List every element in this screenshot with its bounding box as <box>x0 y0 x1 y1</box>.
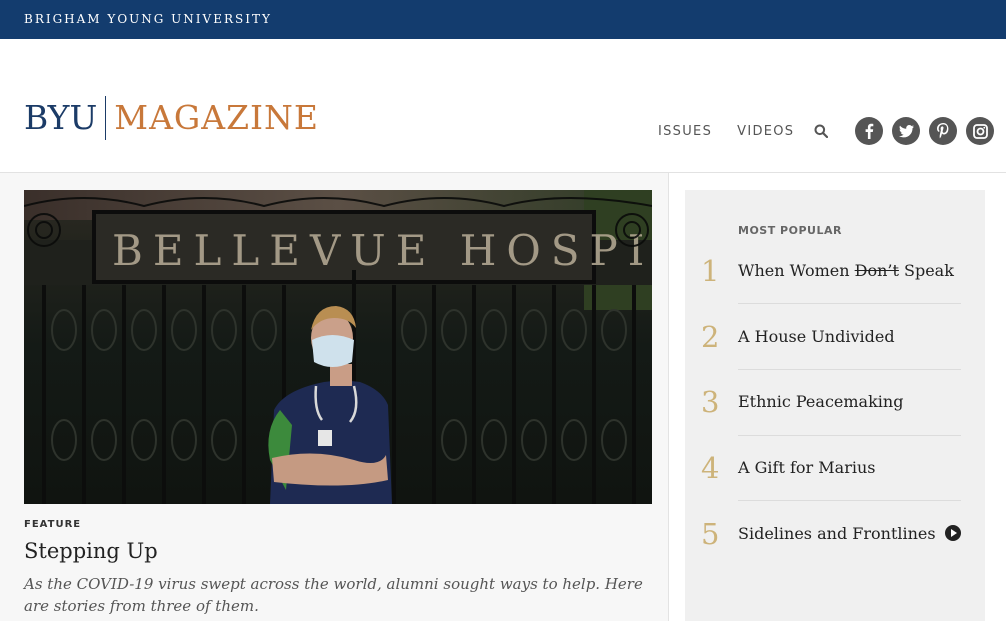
most-popular-panel: MOST POPULAR 1 When Women Don’t Speak 2 … <box>685 190 985 621</box>
most-popular-heading: MOST POPULAR <box>738 224 842 237</box>
gate-lettering: BELLEVUE HOSPITAL <box>112 226 652 275</box>
featured-article-card: BELLEVUE HOSPITAL <box>0 173 669 621</box>
top-bar: BRIGHAM YOUNG UNIVERSITY <box>0 0 1006 39</box>
main-nav: ISSUES VIDEOS <box>658 117 995 145</box>
social-links <box>855 117 995 145</box>
popular-divider <box>738 435 961 436</box>
popular-title[interactable]: A Gift for Marius <box>738 458 875 477</box>
article-kicker: FEATURE <box>24 519 82 530</box>
popular-item[interactable]: 1 When Women Don’t Speak <box>685 254 985 320</box>
logo-magazine: MAGAZINE <box>114 98 320 137</box>
popular-number: 4 <box>701 451 720 485</box>
university-link[interactable]: BRIGHAM YOUNG UNIVERSITY <box>24 12 272 26</box>
popular-number: 3 <box>701 385 720 419</box>
article-dek: As the COVID-19 virus swept across the w… <box>24 575 643 615</box>
popular-title[interactable]: A House Undivided <box>738 327 895 346</box>
instagram-icon[interactable] <box>966 117 995 145</box>
article-title[interactable]: Stepping Up <box>24 539 158 563</box>
nav-issues[interactable]: ISSUES <box>658 124 712 139</box>
popular-title[interactable]: When Women Don’t Speak <box>738 261 954 280</box>
popular-divider <box>738 500 961 501</box>
play-icon[interactable] <box>944 525 961 541</box>
popular-title-after: Speak <box>898 261 954 280</box>
twitter-icon[interactable] <box>892 117 921 145</box>
popular-title-struck: Don’t <box>854 261 899 280</box>
popular-title-before: When Women <box>738 261 855 280</box>
popular-title[interactable]: Ethnic Peacemaking <box>738 392 903 411</box>
pinterest-icon[interactable] <box>929 117 958 145</box>
popular-item[interactable]: 4 A Gift for Marius <box>685 451 985 517</box>
popular-item[interactable]: 3 Ethnic Peacemaking <box>685 385 985 451</box>
logo-divider <box>105 96 107 140</box>
logo-byu: BYU <box>24 98 98 137</box>
site-header: BYU MAGAZINE ISSUES VIDEOS <box>0 39 1006 173</box>
popular-item[interactable]: 5 Sidelines and Frontlines <box>685 517 985 583</box>
popular-title[interactable]: Sidelines and Frontlines <box>738 524 961 543</box>
feature-image[interactable]: BELLEVUE HOSPITAL <box>24 190 652 504</box>
popular-number: 5 <box>701 517 720 551</box>
hospital-gate-photo: BELLEVUE HOSPITAL <box>24 190 652 504</box>
popular-item[interactable]: 2 A House Undivided <box>685 320 985 386</box>
popular-number: 2 <box>701 320 720 354</box>
nav-videos[interactable]: VIDEOS <box>737 124 794 139</box>
popular-divider <box>738 369 961 370</box>
facebook-icon[interactable] <box>855 117 884 145</box>
popular-divider <box>738 303 961 304</box>
popular-title-text: Sidelines and Frontlines <box>738 524 936 543</box>
search-icon[interactable] <box>814 124 829 138</box>
site-logo[interactable]: BYU MAGAZINE <box>24 96 319 140</box>
popular-number: 1 <box>701 254 720 288</box>
